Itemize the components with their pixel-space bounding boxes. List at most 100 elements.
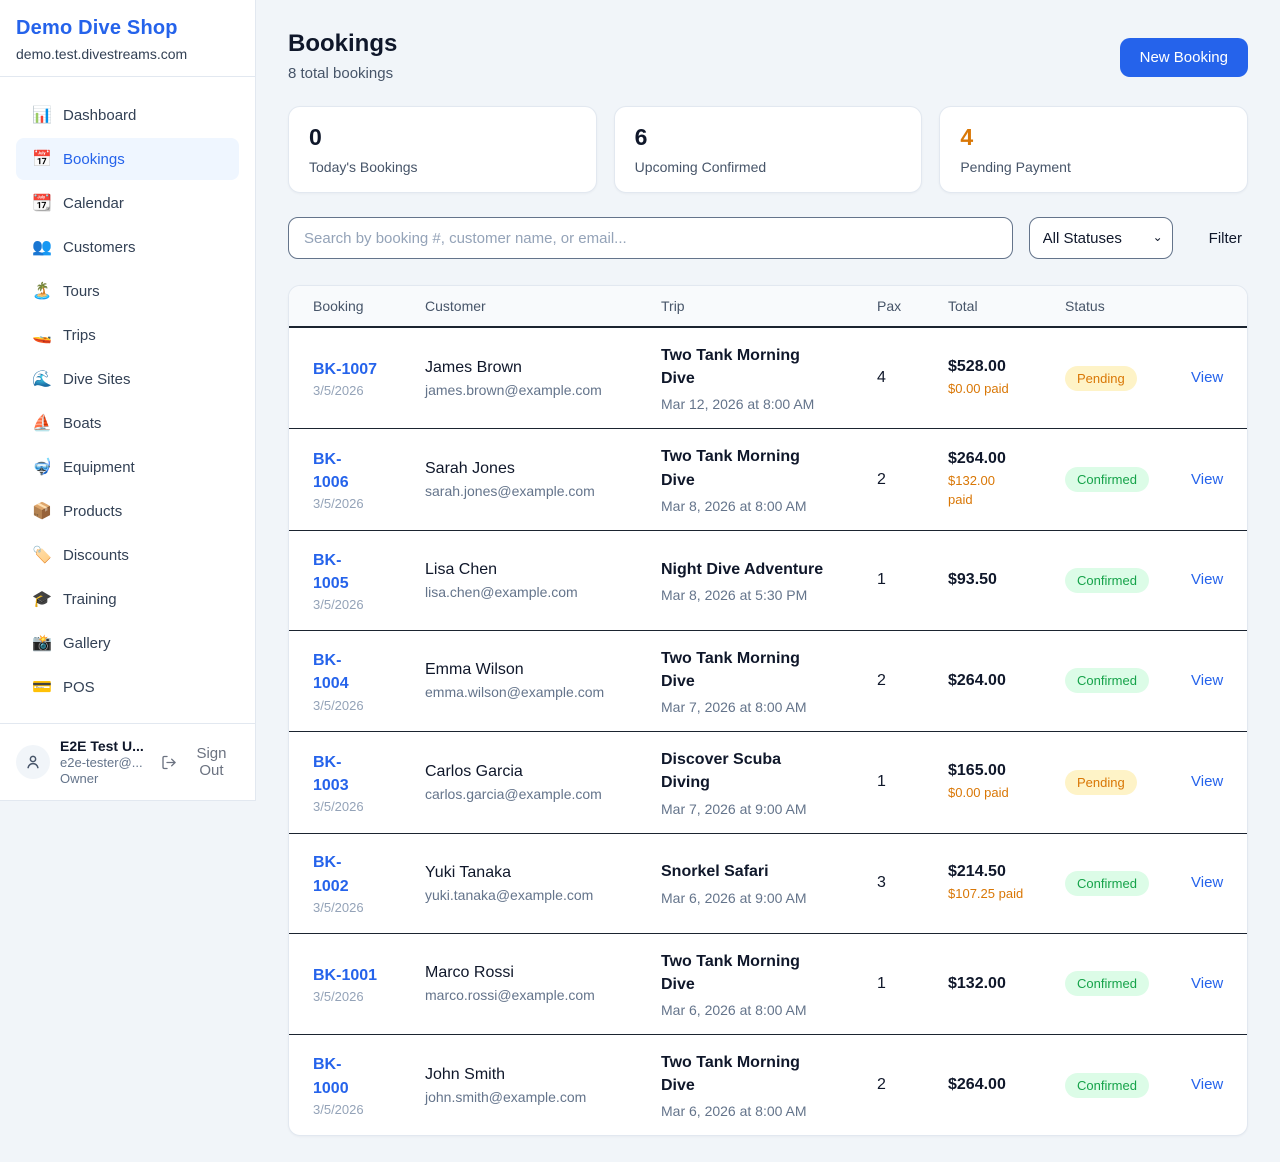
total-cell: $528.00 $0.00 paid <box>948 342 1065 414</box>
customer-email: lisa.chen@example.com <box>425 584 651 600</box>
sidebar-item-discounts[interactable]: 🏷️ Discounts <box>16 534 239 576</box>
credit-card-icon: 💳 <box>32 677 52 697</box>
status-cell: Confirmed <box>1065 552 1191 609</box>
action-cell: View <box>1191 858 1223 908</box>
view-link[interactable]: View <box>1191 571 1223 588</box>
view-link[interactable]: View <box>1191 874 1223 891</box>
customer-cell: Emma Wilson emma.wilson@example.com <box>425 645 661 716</box>
booking-id-link[interactable]: BK-1004 <box>313 649 415 695</box>
customer-email: yuki.tanaka@example.com <box>425 887 651 903</box>
table-header-row: BookingCustomerTripPaxTotalStatus <box>289 286 1247 328</box>
sidebar-item-trips[interactable]: 🚤 Trips <box>16 314 239 356</box>
new-booking-button[interactable]: New Booking <box>1120 38 1248 77</box>
user-email: e2e-tester@... <box>60 755 151 770</box>
column-header-total: Total <box>948 298 1065 314</box>
booking-id-link[interactable]: BK-1003 <box>313 751 415 797</box>
person-icon <box>24 753 42 771</box>
total-cell: $132.00 <box>948 959 1065 1009</box>
customer-cell: John Smith john.smith@example.com <box>425 1050 661 1121</box>
trip-cell: Two Tank MorningDive Mar 8, 2026 at 8:00… <box>661 429 877 529</box>
status-cell: Confirmed <box>1065 451 1191 508</box>
people-icon: 👥 <box>32 237 52 257</box>
action-cell: View <box>1191 353 1223 403</box>
status-cell: Pending <box>1065 754 1191 811</box>
customer-name: Yuki Tanaka <box>425 864 651 882</box>
total-amount: $165.00 <box>948 762 1055 780</box>
trip-name: Night Dive Adventure <box>661 558 867 581</box>
sidebar-item-calendar[interactable]: 📆 Calendar <box>16 182 239 224</box>
filter-button[interactable]: Filter <box>1203 222 1248 255</box>
booking-id-link[interactable]: BK-1002 <box>313 851 415 897</box>
sidebar-item-training[interactable]: 🎓 Training <box>16 578 239 620</box>
view-link[interactable]: View <box>1191 471 1223 488</box>
view-link[interactable]: View <box>1191 975 1223 992</box>
camera-icon: 📸 <box>32 633 52 653</box>
status-badge: Confirmed <box>1065 467 1149 492</box>
label-tag-icon: 🏷️ <box>32 545 52 565</box>
booking-id-link[interactable]: BK-1001 <box>313 964 415 987</box>
total-cell: $214.50 $107.25 paid <box>948 847 1065 919</box>
pax-cell: 1 <box>877 959 948 1009</box>
status-badge: Confirmed <box>1065 871 1149 896</box>
sidebar-item-gallery[interactable]: 📸 Gallery <box>16 622 239 664</box>
diving-mask-icon: 🤿 <box>32 457 52 477</box>
total-cell: $93.50 <box>948 555 1065 605</box>
view-link[interactable]: View <box>1191 369 1223 386</box>
status-filter-select[interactable]: All Statuses <box>1029 217 1173 259</box>
sidebar-item-tours[interactable]: 🏝️ Tours <box>16 270 239 312</box>
sidebar-item-dive-sites[interactable]: 🌊 Dive Sites <box>16 358 239 400</box>
status-cell: Confirmed <box>1065 652 1191 709</box>
brand-block: Demo Dive Shop demo.test.divestreams.com <box>0 0 255 77</box>
status-badge: Confirmed <box>1065 568 1149 593</box>
customer-email: john.smith@example.com <box>425 1089 651 1105</box>
trip-cell: Night Dive Adventure Mar 8, 2026 at 5:30… <box>661 542 877 619</box>
sidebar-item-dashboard[interactable]: 📊 Dashboard <box>16 94 239 136</box>
pax-cell: 3 <box>877 858 948 908</box>
view-link[interactable]: View <box>1191 773 1223 790</box>
total-amount: $93.50 <box>948 571 1055 589</box>
trip-cell: Two Tank MorningDive Mar 7, 2026 at 8:00… <box>661 631 877 731</box>
booking-id-link[interactable]: BK-1005 <box>313 549 415 595</box>
action-cell: View <box>1191 656 1223 706</box>
trip-name: Two Tank MorningDive <box>661 950 867 996</box>
customer-cell: James Brown james.brown@example.com <box>425 343 661 414</box>
sign-out-button[interactable]: Sign Out <box>161 745 239 779</box>
pax-cell: 4 <box>877 353 948 403</box>
booking-id-link[interactable]: BK-1006 <box>313 448 415 494</box>
search-input[interactable] <box>288 217 1013 259</box>
table-row: BK-1000 3/5/2026 John Smith john.smith@e… <box>289 1035 1247 1135</box>
view-link[interactable]: View <box>1191 1076 1223 1093</box>
column-header-pax: Pax <box>877 298 948 314</box>
sidebar-item-bookings[interactable]: 📅 Bookings <box>16 138 239 180</box>
booking-date: 3/5/2026 <box>313 989 415 1004</box>
brand-name: Demo Dive Shop <box>16 17 239 40</box>
table-row: BK-1004 3/5/2026 Emma Wilson emma.wilson… <box>289 631 1247 732</box>
total-amount: $132.00 <box>948 975 1055 993</box>
booking-id-link[interactable]: BK-1000 <box>313 1053 415 1099</box>
booking-id-link[interactable]: BK-1007 <box>313 358 415 381</box>
customer-email: sarah.jones@example.com <box>425 483 651 499</box>
tear-off-calendar-icon: 📆 <box>32 193 52 213</box>
sidebar-item-boats[interactable]: ⛵ Boats <box>16 402 239 444</box>
page-title: Bookings <box>288 30 397 58</box>
pax-cell: 2 <box>877 455 948 505</box>
stat-card: 0 Today's Bookings <box>288 106 597 193</box>
booking-date: 3/5/2026 <box>313 799 415 814</box>
sidebar-item-products[interactable]: 📦 Products <box>16 490 239 532</box>
sidebar-item-customers[interactable]: 👥 Customers <box>16 226 239 268</box>
sidebar-item-pos[interactable]: 💳 POS <box>16 666 239 708</box>
user-info: E2E Test U... e2e-tester@... Owner <box>60 738 151 786</box>
total-amount: $264.00 <box>948 1076 1055 1094</box>
trip-name: Two Tank MorningDive <box>661 445 867 491</box>
trip-datetime: Mar 6, 2026 at 8:00 AM <box>661 1002 867 1018</box>
bookings-table: BookingCustomerTripPaxTotalStatus BK-100… <box>288 285 1248 1136</box>
booking-cell: BK-1004 3/5/2026 <box>313 633 425 728</box>
view-link[interactable]: View <box>1191 672 1223 689</box>
booking-date: 3/5/2026 <box>313 597 415 612</box>
status-cell: Confirmed <box>1065 955 1191 1012</box>
trip-datetime: Mar 12, 2026 at 8:00 AM <box>661 396 867 412</box>
customer-cell: Yuki Tanaka yuki.tanaka@example.com <box>425 848 661 919</box>
sidebar-item-equipment[interactable]: 🤿 Equipment <box>16 446 239 488</box>
log-out-icon <box>161 754 177 771</box>
main-content: Bookings 8 total bookings New Booking 0 … <box>256 0 1280 1136</box>
